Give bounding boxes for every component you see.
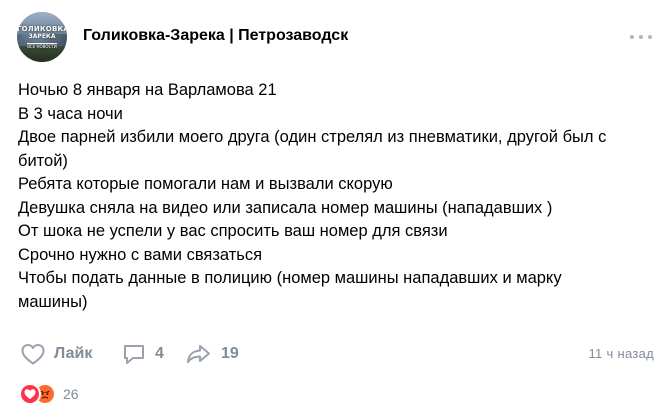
- more-dot: [639, 35, 643, 39]
- like-button[interactable]: Лайк: [20, 341, 92, 367]
- post-card: ГОЛИКОВКА ЗАРЕКА ВСЕ НОВОСТИ Голиковка-З…: [0, 0, 669, 415]
- post-text-line: В 3 часа ночи: [18, 104, 123, 123]
- share-button[interactable]: 19: [185, 341, 239, 367]
- shares-count: 19: [221, 345, 239, 362]
- reactions-summary[interactable]: 26: [19, 383, 79, 405]
- post-text-line: Двое парней избили моего друга (один стр…: [18, 128, 607, 146]
- more-options-button[interactable]: [630, 30, 652, 44]
- post-timestamp[interactable]: 11 ч назад: [588, 346, 654, 361]
- post-text-line: Девушка сняла на видео или записала номе…: [18, 198, 553, 217]
- avatar-logo-line1: ГОЛИКОВКА: [17, 25, 67, 33]
- group-name-link[interactable]: Голиковка-Зарека | Петрозаводск: [83, 27, 348, 45]
- post-text-line: Чтобы подать данные в полицию (номер маш…: [18, 269, 562, 287]
- like-label: Лайк: [54, 345, 93, 362]
- reactions-count: 26: [63, 386, 79, 402]
- post-text-line: Срочно нужно с вами связаться: [18, 245, 263, 264]
- more-horizontal-icon: [630, 35, 634, 39]
- post-text-line: От шока не успели у вас спросить ваш ном…: [18, 222, 448, 240]
- post-text-line: Ребята которые помогали нам и вызвали ск…: [18, 175, 393, 193]
- heart-reaction-icon: [19, 383, 41, 405]
- share-arrow-icon: [187, 345, 210, 363]
- comments-count: 4: [155, 345, 164, 362]
- avatar-logo-line3: ВСЕ НОВОСТИ: [27, 43, 57, 49]
- avatar-logo-line2: ЗАРЕКА: [28, 33, 56, 40]
- post-text-line: битой): [18, 151, 68, 170]
- comment-button[interactable]: 4: [121, 341, 164, 367]
- heart-outline-icon: [21, 344, 45, 365]
- comment-icon: [124, 345, 144, 364]
- group-avatar[interactable]: ГОЛИКОВКА ЗАРЕКА ВСЕ НОВОСТИ: [17, 12, 67, 62]
- post-text-line: Ночью 8 января на Варламова 21: [18, 81, 277, 99]
- post-text-line: машины): [18, 292, 88, 311]
- post-actions: Лайк 4 19 11 ч назад: [20, 341, 660, 367]
- more-dot: [648, 35, 652, 39]
- post-text: Ночью 8 января на Варламова 21 В 3 часа …: [18, 79, 658, 314]
